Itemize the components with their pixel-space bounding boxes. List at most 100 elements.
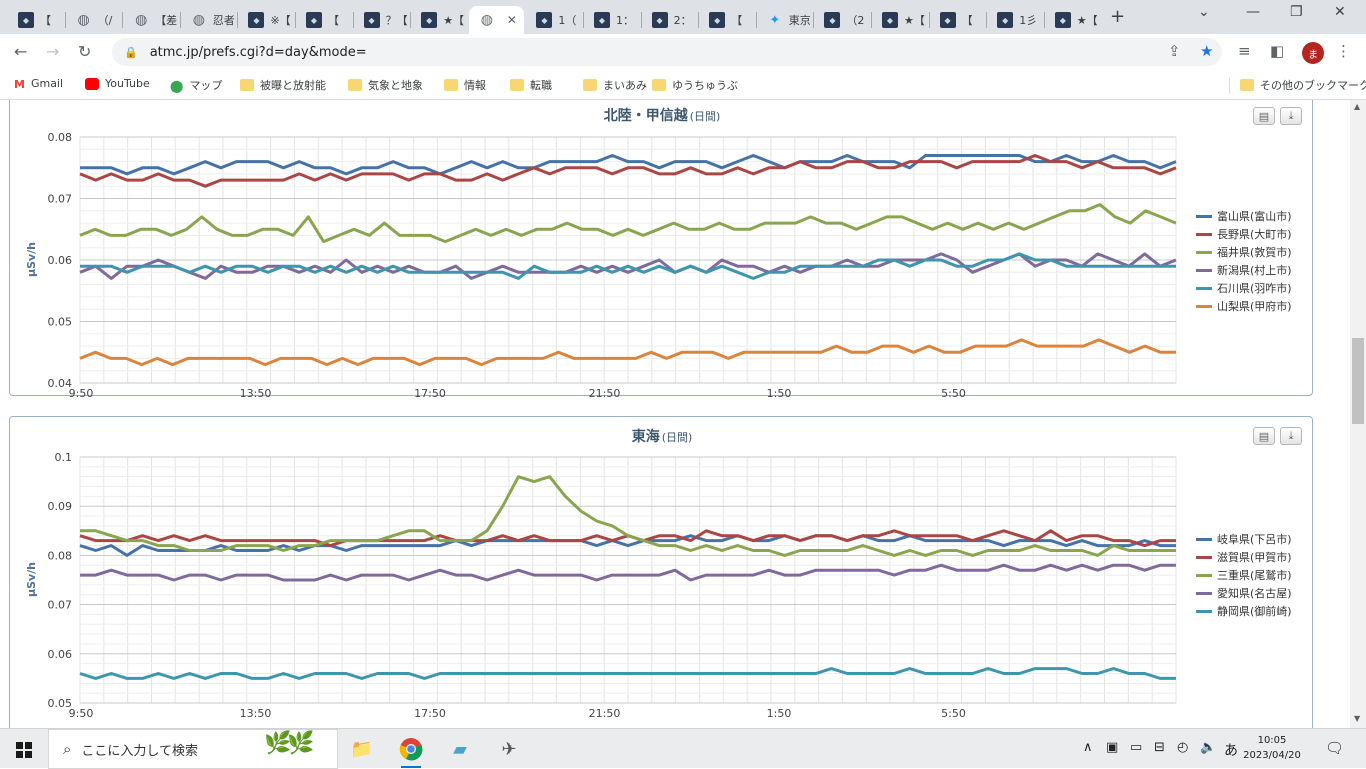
system-clock[interactable]: 10:05 2023/04/20 (1240, 733, 1304, 763)
tab[interactable]: ◍ （/ (66, 6, 122, 34)
bookmark-item[interactable]: ゆうちゅうぶ (652, 77, 738, 93)
vertical-scrollbar[interactable]: ▲ ▼ (1350, 100, 1366, 728)
bookmark-label: 気象と地象 (368, 79, 423, 92)
bookmark-label: 被曝と放射能 (260, 79, 326, 92)
tab[interactable]: ◆ 【 (930, 6, 986, 34)
legend-item[interactable]: 新潟県(村上市) (1196, 261, 1292, 279)
tab[interactable]: ◆ ？【 (354, 6, 410, 34)
tab[interactable]: ◆ 1（ (526, 6, 582, 34)
side-panel-icon[interactable]: ◧ (1270, 42, 1284, 60)
tab[interactable]: ◍ 【差 (123, 6, 179, 34)
legend-item[interactable]: 富山県(富山市) (1196, 207, 1292, 225)
legend-item[interactable]: 福井県(敦賀市) (1196, 243, 1292, 261)
tab[interactable]: ◆ ★【 (872, 6, 928, 34)
bookmark-item[interactable]: M Gmail (14, 77, 63, 91)
legend-item[interactable]: 滋賀県(甲賀市) (1196, 548, 1292, 566)
profile-avatar[interactable]: ま (1302, 42, 1324, 64)
bookmark-item[interactable]: まいあみ (583, 77, 647, 93)
site-icon: ◆ (709, 12, 726, 28)
legend-item[interactable]: 岐阜県(下呂市) (1196, 530, 1292, 548)
network-icon[interactable]: ⊟ (1154, 740, 1165, 755)
tab[interactable]: ◆ （2 (814, 6, 870, 34)
legend-item[interactable]: 静岡県(御前崎) (1196, 602, 1292, 620)
bookmarks-separator (1229, 78, 1230, 94)
reading-list-icon[interactable]: ≡ (1238, 42, 1251, 60)
tab[interactable]: ◆ 1： (584, 6, 640, 34)
tab-title: （2 (846, 14, 865, 27)
legend-label: 滋賀県(甲賀市) (1217, 551, 1292, 564)
bookmark-item[interactable]: YouTube (85, 77, 150, 90)
tab[interactable]: ◆ ※【 (238, 6, 294, 34)
scrollbar-thumb[interactable] (1352, 338, 1364, 424)
ime-indicator[interactable]: あ (1224, 740, 1238, 760)
bookmark-item[interactable]: 被曝と放射能 (240, 77, 326, 93)
new-tab-button[interactable]: + (1110, 6, 1125, 27)
bookmark-star-icon[interactable]: ★ (1200, 42, 1213, 60)
y-tick-label: 0.08 (48, 131, 73, 144)
y-axis-title: µSv/h (25, 561, 39, 598)
airplane-app-icon[interactable]: ✈ (495, 735, 523, 763)
url-text[interactable]: atmc.jp/prefs.cgi?d=day&mode= (150, 45, 367, 60)
chevron-down-icon[interactable]: ⌄ (1198, 4, 1210, 20)
share-icon[interactable]: ⇪ (1168, 42, 1181, 60)
battery-icon[interactable]: ▭ (1130, 740, 1142, 755)
scroll-up-arrow-icon[interactable]: ▲ (1354, 102, 1360, 111)
tab-title: （/ (97, 14, 113, 27)
globe-icon: ◍ (77, 12, 90, 28)
maximize-button[interactable]: ❐ (1290, 4, 1303, 20)
tab[interactable]: ◍ 忍者 (181, 6, 237, 34)
x-tick-label: 1:50 (767, 707, 792, 720)
back-button[interactable]: ← (14, 42, 27, 61)
legend-swatch (1196, 304, 1212, 308)
menu-icon[interactable]: ⋮ (1336, 42, 1351, 60)
tray-chevron-up-icon[interactable]: ∧ (1083, 740, 1093, 755)
legend-swatch (1196, 591, 1212, 595)
legend-item[interactable]: 三重県(尾鷲市) (1196, 566, 1292, 584)
x-tick-label: 13:50 (240, 707, 272, 720)
file-explorer-icon[interactable]: 📁 (348, 735, 376, 763)
x-tick-label: 5:50 (941, 707, 966, 720)
close-window-button[interactable]: ✕ (1334, 4, 1346, 20)
tab[interactable]: ✦ 東京 (757, 6, 813, 34)
chrome-icon[interactable] (397, 735, 425, 768)
wifi-icon[interactable]: ◴ (1177, 740, 1188, 755)
notification-icon[interactable]: 🗨 (1325, 739, 1344, 757)
tab[interactable]: ◆ 【 (8, 6, 64, 34)
tab[interactable]: ◆ 2： (642, 6, 698, 34)
bookmark-item[interactable]: 転職 (510, 77, 552, 93)
legend-item[interactable]: 愛知県(名古屋) (1196, 584, 1292, 602)
other-bookmarks[interactable]: その他のブックマーク (1240, 77, 1366, 93)
site-icon: ◆ (824, 12, 841, 28)
y-tick-label: 0.05 (48, 316, 73, 329)
legend-swatch (1196, 286, 1212, 290)
bookmark-label: マップ (189, 79, 223, 92)
tab[interactable]: ◆ ★【 (411, 6, 467, 34)
legend-item[interactable]: 長野県(大町市) (1196, 225, 1292, 243)
forward-button[interactable]: → (46, 42, 59, 61)
globe-icon: ◍ (192, 12, 205, 28)
windows-start-icon[interactable] (16, 742, 32, 758)
volume-icon[interactable]: 🔈 (1200, 740, 1216, 755)
meet-now-icon[interactable]: ▣ (1106, 740, 1118, 755)
legend-item[interactable]: 石川県(羽咋市) (1196, 279, 1292, 297)
close-tab-icon[interactable]: ✕ (507, 13, 517, 27)
bookmark-item[interactable]: ⬤ マップ (170, 77, 222, 93)
tab[interactable]: ◆ 1彡 (987, 6, 1043, 34)
minimize-button[interactable]: — (1246, 4, 1260, 20)
legend-label: 富山県(富山市) (1217, 210, 1292, 223)
bookmark-item[interactable]: 情報 (444, 77, 486, 93)
address-bar[interactable]: 🔒 atmc.jp/prefs.cgi?d=day&mode= (112, 38, 1222, 66)
scroll-down-arrow-icon[interactable]: ▼ (1354, 714, 1360, 723)
site-icon: ◆ (594, 12, 610, 28)
notepad-app-icon[interactable]: ▰ (446, 735, 474, 763)
site-icon: ◆ (248, 12, 265, 28)
reload-button[interactable]: ↻ (78, 42, 91, 61)
bookmark-item[interactable]: 気象と地象 (348, 77, 423, 93)
legend-item[interactable]: 山梨県(甲府市) (1196, 297, 1292, 315)
folder-icon (240, 79, 254, 91)
y-tick-label: 0.06 (48, 648, 73, 661)
tab[interactable]: ◍ ✕ (468, 6, 525, 34)
tab[interactable]: ◆ ★【 (1045, 6, 1101, 34)
tab[interactable]: ◆ 【 (296, 6, 352, 34)
tab[interactable]: ◆ 【 (699, 6, 755, 34)
